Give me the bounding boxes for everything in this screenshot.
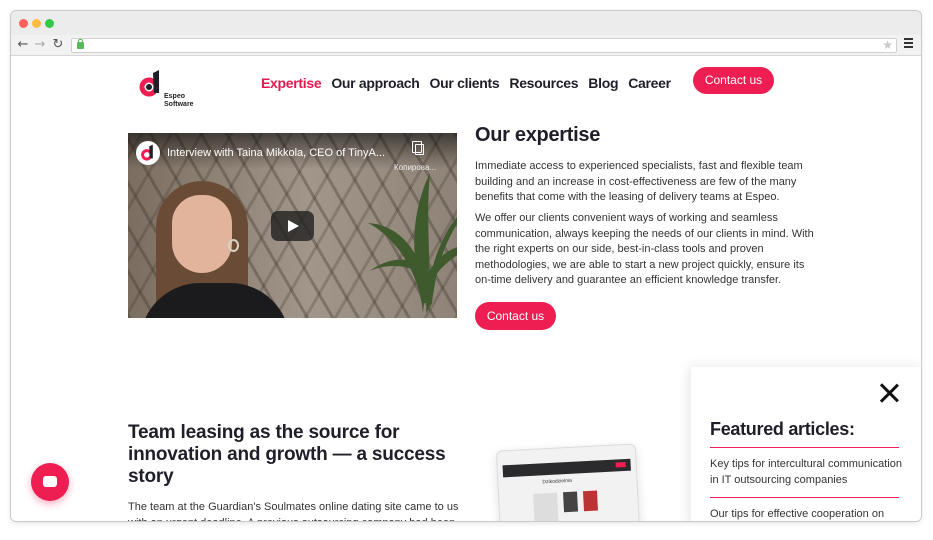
bookmark-star-icon[interactable]: ★ xyxy=(882,38,893,52)
plant-illustration xyxy=(368,173,457,313)
featured-article-link[interactable]: Key tips for intercultural communication… xyxy=(710,456,902,488)
expertise-heading: Our expertise xyxy=(475,124,601,146)
video-player[interactable]: Interview with Taina Mikkola, CEO of Tin… xyxy=(128,133,457,318)
laptop-site-header xyxy=(502,458,631,478)
nav-item-resources[interactable]: Resources xyxy=(509,75,578,91)
copy-link-icon[interactable] xyxy=(412,141,424,155)
nav-item-our-clients[interactable]: Our clients xyxy=(430,75,500,91)
reload-icon[interactable]: ↻ xyxy=(51,37,65,53)
featured-article-link[interactable]: Our tips for effective cooperation on ou… xyxy=(710,506,902,521)
laptop-site-title: Dzikodzielnia xyxy=(542,477,573,486)
copy-link-label[interactable]: Копирова... xyxy=(394,163,436,172)
address-bar[interactable]: ★ xyxy=(71,38,897,53)
featured-heading: Featured articles: xyxy=(710,419,855,439)
expertise-contact-button[interactable]: Contact us xyxy=(475,302,556,330)
laptop-thumbnail xyxy=(582,490,599,512)
maximize-window-button[interactable] xyxy=(45,19,54,28)
person-face xyxy=(172,195,232,273)
nav-item-career[interactable]: Career xyxy=(628,75,671,91)
nav-item-expertise[interactable]: Expertise xyxy=(261,75,322,91)
title-bar xyxy=(11,11,921,35)
browser-window: ← → ↻ ★ Espeo Software Expertise Our app… xyxy=(11,11,921,521)
espeo-logo[interactable]: Espeo Software xyxy=(139,69,209,109)
divider xyxy=(710,447,899,448)
nav-contact-button[interactable]: Contact us xyxy=(693,67,774,94)
close-window-button[interactable] xyxy=(19,19,28,28)
laptop-thumbnail xyxy=(563,491,579,513)
main-nav: Expertise Our approach Our clients Resou… xyxy=(261,75,671,91)
browser-toolbar: ← → ↻ ★ xyxy=(11,35,921,56)
logo-line2: Software xyxy=(164,101,194,108)
minimize-window-button[interactable] xyxy=(32,19,41,28)
divider xyxy=(710,497,899,498)
channel-logo-icon[interactable] xyxy=(136,141,160,165)
earring xyxy=(228,239,239,252)
close-icon[interactable] xyxy=(877,381,901,405)
forward-arrow-icon[interactable]: → xyxy=(33,37,47,53)
chat-bubble-icon[interactable] xyxy=(31,463,69,501)
lock-icon xyxy=(77,39,84,49)
video-title[interactable]: Interview with Taina Mikkola, CEO of Tin… xyxy=(167,147,385,159)
play-button[interactable] xyxy=(271,211,314,241)
laptop-thumbnail xyxy=(533,492,559,521)
back-arrow-icon[interactable]: ← xyxy=(16,37,30,53)
story-heading: Team leasing as the source for innovatio… xyxy=(128,422,446,487)
expertise-paragraph-1: Immediate access to experienced speciali… xyxy=(475,160,803,203)
nav-item-blog[interactable]: Blog xyxy=(588,75,618,91)
nav-item-our-approach[interactable]: Our approach xyxy=(331,75,420,91)
laptop-screenshot-image: Dzikodzielnia xyxy=(495,443,641,521)
expertise-paragraph-2: We offer our clients convenient ways of … xyxy=(475,212,814,286)
hamburger-menu-icon[interactable] xyxy=(904,38,913,49)
web-page: Espeo Software Expertise Our approach Ou… xyxy=(11,57,921,521)
logo-line1: Espeo xyxy=(164,93,186,100)
logo-text: Espeo Software xyxy=(164,93,194,109)
featured-articles-panel: Featured articles: Key tips for intercul… xyxy=(691,367,921,521)
laptop-site-button xyxy=(615,461,626,468)
story-text: The team at the Guardian's Soulmates onl… xyxy=(128,501,459,521)
espeo-logo-icon xyxy=(139,70,159,97)
